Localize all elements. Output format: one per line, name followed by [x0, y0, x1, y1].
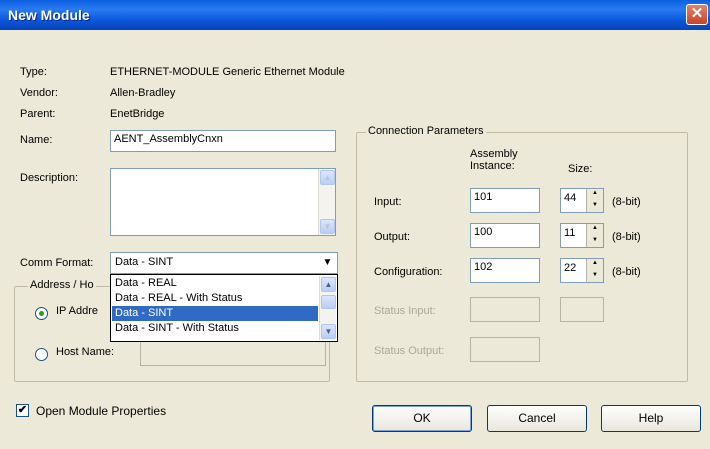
parent-label: Parent:: [20, 108, 56, 120]
input-label: Input:: [374, 196, 402, 208]
address-group-title: Address / Ho: [28, 279, 96, 291]
spin-up-icon[interactable]: ▲: [587, 259, 603, 271]
configuration-size-value: 22: [564, 262, 577, 274]
spin-arrows-icon[interactable]: ▲ ▼: [586, 224, 603, 247]
size-header: Size:: [568, 163, 593, 175]
spin-down-icon[interactable]: ▼: [587, 201, 603, 213]
help-button[interactable]: Help: [601, 405, 701, 432]
check-icon: ✔: [17, 404, 28, 416]
output-size-value: 11: [564, 227, 576, 239]
description-label: Description:: [20, 172, 79, 184]
type-value: ETHERNET-MODULE Generic Ethernet Module: [110, 66, 345, 78]
output-size-spinner[interactable]: 11 ▲ ▼: [560, 223, 604, 248]
ip-address-radio[interactable]: [35, 307, 48, 320]
input-size-spinner[interactable]: 44 ▲ ▼: [560, 188, 604, 213]
status-input-label: Status Input:: [374, 305, 436, 317]
configuration-label: Configuration:: [374, 266, 443, 278]
open-module-properties-label: Open Module Properties: [36, 404, 167, 418]
vendor-value: Allen-Bradley: [110, 87, 176, 99]
output-unit: (8-bit): [612, 231, 641, 243]
dropdown-option[interactable]: Data - REAL - With Status: [112, 291, 318, 306]
spin-down-icon[interactable]: ▼: [587, 236, 603, 248]
dropdown-option-selected[interactable]: Data - SINT: [112, 306, 318, 321]
status-output-label: Status Output:: [374, 345, 445, 357]
host-name-radio[interactable]: [35, 348, 48, 361]
close-icon: ✕: [690, 5, 704, 22]
type-label: Type:: [20, 66, 47, 78]
host-name-label: Host Name:: [56, 346, 115, 358]
parent-value: EnetBridge: [110, 108, 165, 120]
output-label: Output:: [374, 231, 411, 243]
dropdown-option[interactable]: Data - REAL: [112, 276, 318, 291]
name-label: Name:: [20, 134, 53, 146]
input-unit: (8-bit): [612, 196, 641, 208]
title-bar: [0, 0, 710, 30]
ip-address-label: IP Addre: [56, 305, 98, 317]
spin-arrows-icon[interactable]: ▲ ▼: [586, 189, 603, 212]
chevron-down-icon[interactable]: ▼: [319, 254, 336, 272]
close-button[interactable]: ✕: [686, 4, 708, 25]
cancel-button[interactable]: Cancel: [487, 405, 587, 432]
configuration-unit: (8-bit): [612, 266, 641, 278]
scroll-down-icon[interactable]: ▼: [321, 324, 336, 339]
scroll-up-icon[interactable]: ▲: [321, 277, 336, 292]
configuration-size-spinner[interactable]: 22 ▲ ▼: [560, 258, 604, 283]
comm-format-dropdown-list: Data - REAL Data - REAL - With Status Da…: [110, 274, 338, 342]
input-size-value: 44: [564, 192, 577, 204]
comm-format-selected: Data - SINT: [115, 256, 174, 268]
output-instance-field[interactable]: 100: [470, 223, 540, 248]
status-input-size-field[interactable]: [560, 297, 604, 322]
scroll-up-icon[interactable]: ▲: [320, 170, 335, 185]
description-textarea[interactable]: ▲ ▼: [110, 168, 336, 236]
vendor-label: Vendor:: [20, 87, 58, 99]
spin-up-icon[interactable]: ▲: [587, 224, 603, 236]
comm-format-label: Comm Format:: [20, 257, 94, 269]
name-input[interactable]: AENT_AssemblyCnxn: [110, 130, 336, 152]
input-instance-field[interactable]: 101: [470, 188, 540, 213]
window-title: New Module: [8, 7, 90, 23]
scroll-down-icon[interactable]: ▼: [320, 219, 335, 234]
host-name-input[interactable]: [140, 341, 326, 366]
description-scrollbar[interactable]: ▲ ▼: [318, 169, 335, 235]
ok-button[interactable]: OK: [372, 405, 472, 432]
radio-selected-dot: [39, 311, 44, 316]
open-module-properties-checkbox[interactable]: ✔: [16, 404, 29, 417]
status-input-instance-field[interactable]: [470, 297, 540, 322]
dropdown-options: Data - REAL Data - REAL - With Status Da…: [112, 276, 318, 336]
scroll-thumb[interactable]: [321, 295, 336, 309]
connection-parameters-title: Connection Parameters: [366, 125, 486, 137]
dropdown-option[interactable]: Data - SINT - With Status: [112, 321, 318, 336]
dropdown-scrollbar[interactable]: ▲ ▼: [319, 276, 336, 340]
spin-arrows-icon[interactable]: ▲ ▼: [586, 259, 603, 282]
spin-down-icon[interactable]: ▼: [587, 271, 603, 283]
status-output-instance-field[interactable]: [470, 337, 540, 362]
assembly-instance-header: Assembly Instance:: [470, 148, 518, 172]
comm-format-select[interactable]: Data - SINT ▼: [110, 252, 338, 274]
spin-up-icon[interactable]: ▲: [587, 189, 603, 201]
configuration-instance-field[interactable]: 102: [470, 258, 540, 283]
